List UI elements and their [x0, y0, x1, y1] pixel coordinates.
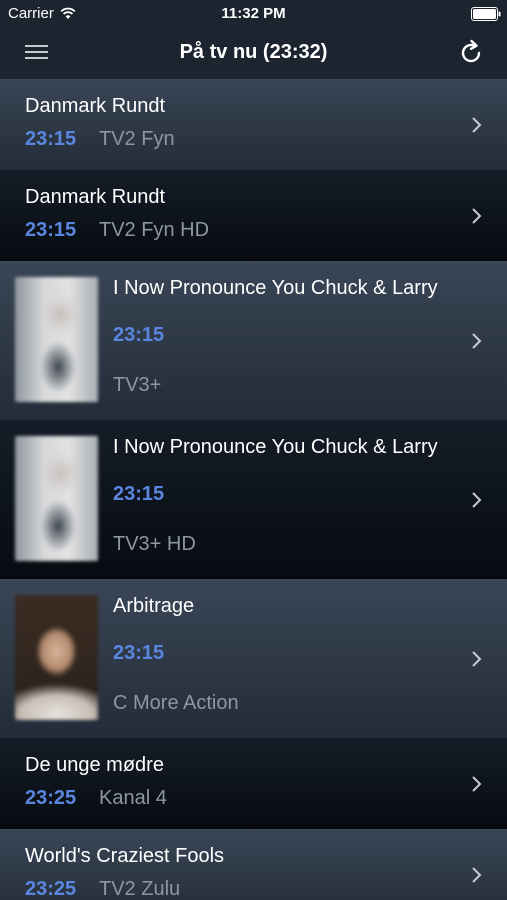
chevron-right-icon — [472, 117, 482, 133]
status-bar: Carrier 11:32 PM — [0, 0, 507, 28]
chevron-right-icon — [472, 776, 482, 792]
nav-bar: På tv nu (23:32) — [0, 28, 507, 79]
chevron-right-icon — [472, 333, 482, 349]
program-title: I Now Pronounce You Chuck & Larry — [113, 277, 438, 299]
chevron-right-icon — [472, 492, 482, 508]
chevron-right-icon — [472, 651, 482, 667]
program-title: Danmark Rundt — [25, 95, 166, 117]
program-row[interactable]: De unge mødre 23:25 Kanal 4 — [0, 738, 507, 829]
program-channel: TV3+ HD — [113, 533, 196, 555]
chevron-right-icon — [472, 867, 482, 883]
program-time: 23:25 — [25, 878, 77, 900]
program-list: Danmark Rundt 23:15 TV2 Fyn Danmark Rund… — [0, 79, 507, 900]
program-poster-thumbnail — [15, 277, 98, 402]
program-poster-thumbnail — [15, 436, 98, 561]
program-channel: Kanal 4 — [99, 787, 167, 809]
program-title: World's Craziest Fools — [25, 845, 225, 867]
program-time: 23:15 — [113, 324, 165, 346]
chevron-right-icon — [472, 208, 482, 224]
program-poster-thumbnail — [15, 595, 98, 720]
program-row[interactable]: World's Craziest Fools 23:25 TV2 Zulu — [0, 829, 507, 900]
program-title: I Now Pronounce You Chuck & Larry — [113, 436, 438, 458]
battery-icon — [471, 7, 501, 21]
program-row[interactable]: I Now Pronounce You Chuck & Larry 23:15 … — [0, 261, 507, 420]
program-time: 23:15 — [113, 642, 165, 664]
program-channel: TV2 Fyn HD — [99, 219, 210, 241]
program-time: 23:15 — [25, 219, 77, 241]
program-channel: TV2 Fyn — [99, 128, 175, 150]
program-row[interactable]: I Now Pronounce You Chuck & Larry 23:15 … — [0, 420, 507, 579]
program-title: Danmark Rundt — [25, 186, 166, 208]
program-time: 23:15 — [113, 483, 165, 505]
clock: 11:32 PM — [221, 5, 286, 22]
refresh-icon[interactable] — [457, 39, 485, 67]
program-title: Arbitrage — [113, 595, 195, 617]
program-channel: C More Action — [113, 692, 239, 714]
page-title: På tv nu (23:32) — [179, 41, 328, 63]
program-time: 23:25 — [25, 787, 77, 809]
program-channel: TV2 Zulu — [99, 878, 181, 900]
program-title: De unge mødre — [25, 754, 164, 776]
program-row[interactable]: Arbitrage 23:15 C More Action — [0, 579, 507, 738]
program-row[interactable]: Danmark Rundt 23:15 TV2 Fyn HD — [0, 170, 507, 261]
program-row[interactable]: Danmark Rundt 23:15 TV2 Fyn — [0, 79, 507, 170]
program-time: 23:15 — [25, 128, 77, 150]
program-channel: TV3+ — [113, 374, 162, 396]
